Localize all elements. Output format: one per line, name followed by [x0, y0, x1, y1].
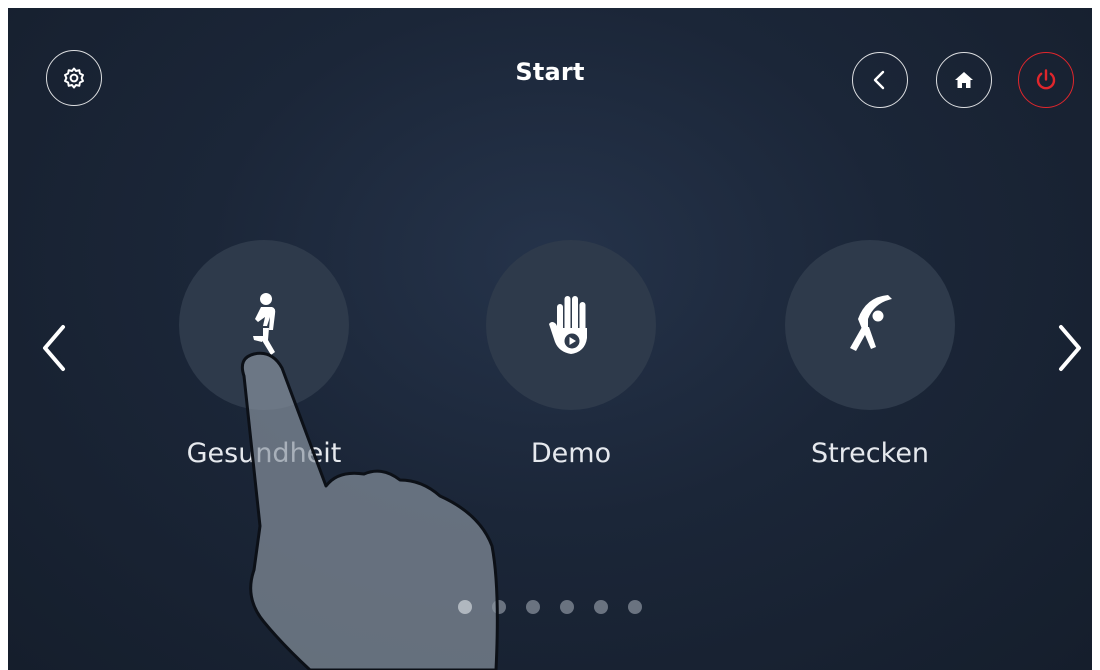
tile-strecken[interactable]: Strecken: [760, 240, 980, 480]
tile-label: Strecken: [810, 438, 930, 469]
home-icon: [955, 72, 973, 88]
page-dot[interactable]: [458, 600, 472, 614]
carousel-prev-button[interactable]: [34, 318, 74, 378]
power-button[interactable]: [1018, 52, 1074, 108]
page-dot[interactable]: [594, 600, 608, 614]
home-button[interactable]: [936, 52, 992, 108]
page-dot[interactable]: [526, 600, 540, 614]
page-dot[interactable]: [628, 600, 642, 614]
power-icon: [1036, 69, 1056, 90]
tile-icon-circle: [179, 240, 349, 410]
page-dot[interactable]: [560, 600, 574, 614]
tile-label: Gesundheit: [186, 438, 342, 469]
carousel-next-button[interactable]: [1050, 318, 1090, 378]
page-title: Start: [515, 58, 585, 86]
back-button[interactable]: [852, 52, 908, 108]
tile-icon-circle: [785, 240, 955, 410]
page-indicator: [8, 600, 1092, 614]
chevron-left-icon: [873, 70, 885, 90]
screen: Start Gesundheit Demo Strecken: [8, 8, 1092, 670]
tile-label: Demo: [530, 438, 612, 469]
tile-demo[interactable]: Demo: [461, 240, 681, 480]
page-dot[interactable]: [492, 600, 506, 614]
chevron-left-icon: [43, 325, 65, 371]
hand-play-icon: [549, 296, 587, 354]
tile-icon-circle: [486, 240, 656, 410]
walking-person-icon: [253, 293, 276, 355]
stretching-person-icon: [850, 295, 892, 351]
chevron-right-icon: [1059, 325, 1081, 371]
tile-gesundheit[interactable]: Gesundheit: [154, 240, 374, 480]
